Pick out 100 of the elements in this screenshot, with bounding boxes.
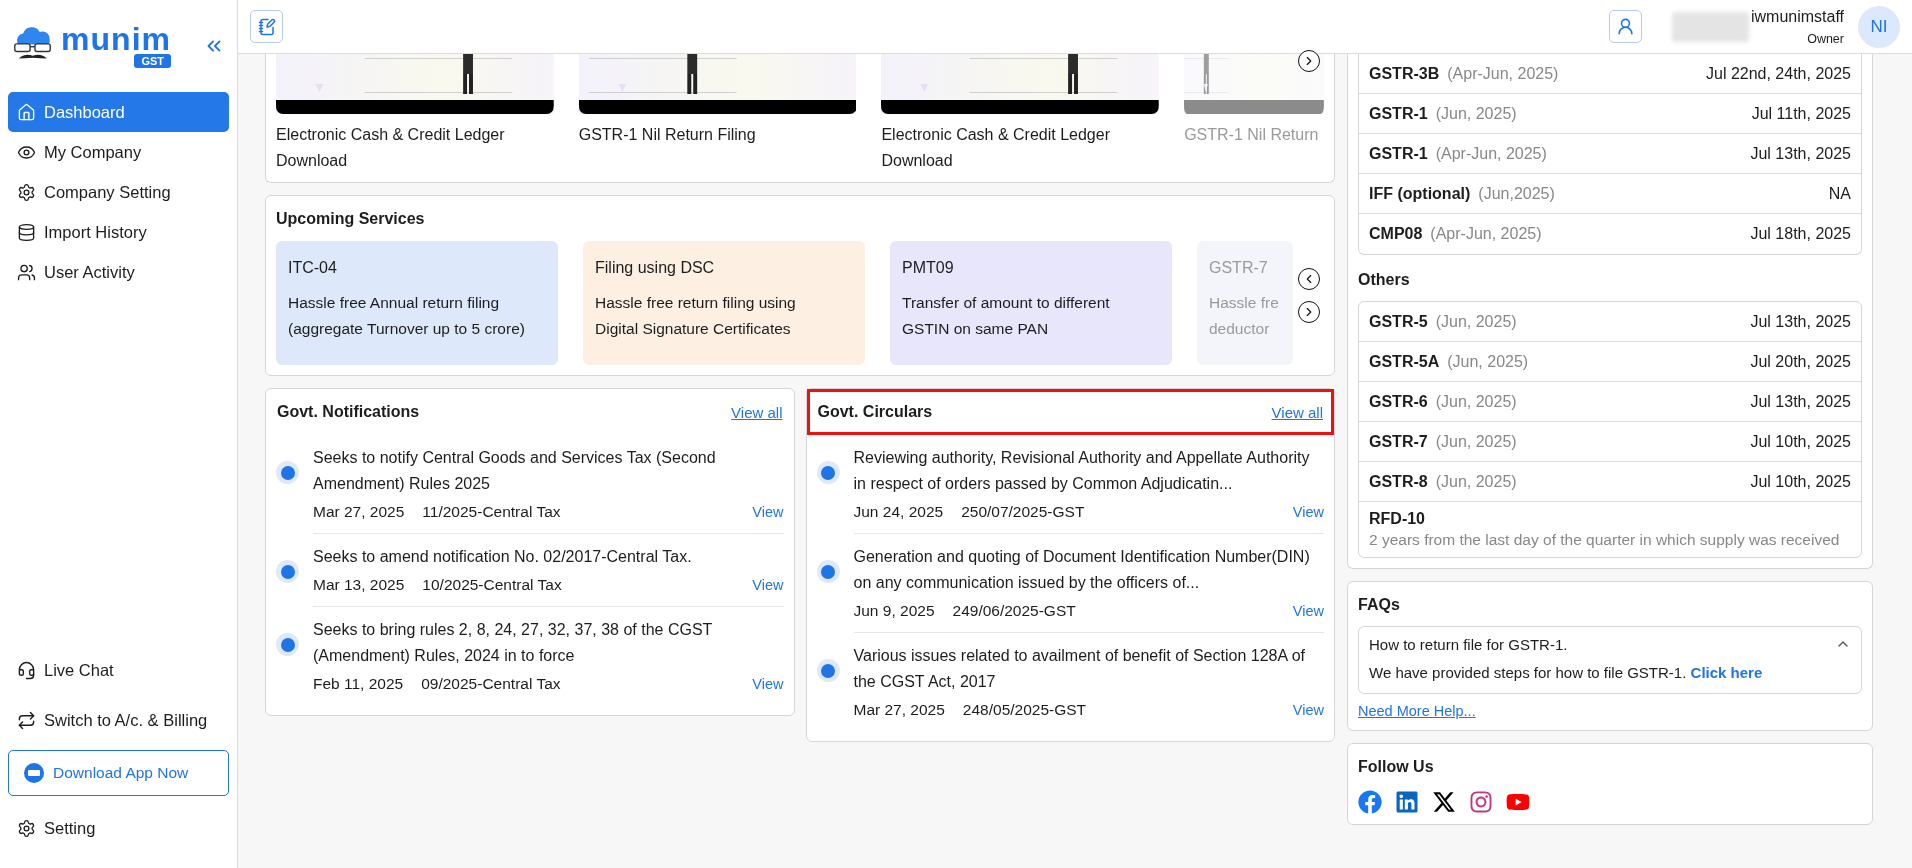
view-link[interactable]: View: [752, 504, 784, 520]
bullet-icon: [816, 461, 840, 484]
form-period: (Jun, 2025): [1447, 352, 1529, 371]
due-date: Jul 10th, 2025: [1750, 472, 1851, 491]
view-link[interactable]: View: [1292, 603, 1324, 619]
news-title: Seeks to notify Central Goods and Services Tax (Second Amendment) Rules 2025: [313, 448, 717, 494]
logo-text: munim: [61, 24, 171, 54]
nav-item[interactable]: Dashboard: [8, 92, 229, 132]
form-name: RFD-10: [1369, 510, 1425, 527]
headset-icon: [17, 660, 36, 680]
due-date: Jul 22nd, 24th, 2025: [1706, 64, 1851, 83]
news-date: Jun 9, 2025: [853, 602, 935, 620]
facebook-icon[interactable]: [1358, 790, 1382, 814]
view-all-link[interactable]: View all: [1271, 403, 1323, 421]
card-title: Upcoming Services: [276, 210, 426, 228]
card-title: Govt. Notifications: [277, 403, 420, 421]
bullet-icon: [276, 560, 299, 583]
avatar[interactable]: NI: [1858, 5, 1900, 48]
view-link[interactable]: View: [1292, 702, 1324, 718]
click-here-link[interactable]: Click here: [1690, 664, 1763, 681]
form-period: (Jun, 2025): [1435, 432, 1517, 451]
app-badge-icon: [23, 762, 45, 784]
news-date: Jun 24, 2025: [853, 503, 944, 521]
due-date: Jul 13th, 2025: [1750, 144, 1851, 163]
form-period: (Jun, 2025): [1435, 104, 1517, 123]
service-title: PMT09: [902, 259, 955, 277]
settings-icon: [17, 182, 36, 202]
form-name: GSTR-1: [1369, 104, 1428, 123]
card-title: FAQs: [1358, 596, 1401, 614]
news-date: Mar 13, 2025: [313, 576, 405, 594]
support-icon[interactable]: [1608, 10, 1642, 43]
service-description: Hassle free return filing using Digital Signature Certificates: [595, 293, 797, 339]
form-period: (Jun, 2025): [1435, 472, 1517, 491]
news-number: 10/2025-Central Tax: [422, 576, 562, 594]
video-title: Electronic Cash & Credit Ledger Download: [276, 125, 506, 171]
linkedin-icon[interactable]: [1395, 790, 1419, 814]
service-description: Transfer of amount to different GSTIN on same PAN: [902, 293, 1111, 339]
due-date: Jul 11th, 2025: [1751, 104, 1851, 123]
form-name: GSTR-8: [1369, 472, 1428, 491]
video-title: Electronic Cash & Credit Ledger Download: [881, 125, 1111, 171]
news-title: Reviewing authority, Revisional Authority and Appellate Authority in respect of orders passed by Common Adjudicatin...: [853, 448, 1311, 494]
setting-item[interactable]: Setting: [8, 808, 229, 848]
x-icon[interactable]: [1432, 790, 1456, 814]
nav-item[interactable]: Switch to A/c. & Billing: [8, 700, 229, 740]
due-date: Jul 10th, 2025: [1750, 432, 1851, 451]
news-date: Mar 27, 2025: [853, 701, 945, 719]
card-title: Govt. Circulars: [817, 403, 933, 421]
form-period: (Jun, 2025): [1435, 312, 1517, 331]
nav-item[interactable]: User Activity: [8, 252, 229, 292]
service-tile[interactable]: GSTR-7 Hassle fre deductor: [1197, 241, 1293, 365]
service-title: GSTR-7: [1209, 259, 1269, 277]
video-item[interactable]: GSTR-1 Nil Return: [1184, 54, 1324, 174]
view-all-link[interactable]: View all: [731, 403, 783, 421]
service-tile[interactable]: ITC-04 Hassle free Annual return filing (aggregate Turnover up to 5 crore): [276, 241, 558, 365]
nav-item[interactable]: Import History: [8, 212, 229, 252]
logo-badge: GST: [134, 54, 171, 68]
form-period: (Apr-Jun, 2025): [1430, 225, 1542, 243]
users-icon: [17, 262, 36, 282]
nav-item[interactable]: My Company: [8, 132, 229, 172]
service-title: Filing using DSC: [595, 259, 716, 277]
due-date: NA: [1828, 184, 1851, 203]
service-description: Hassle free Annual return filing (aggregate Turnover up to 5 crore): [288, 293, 526, 339]
news-number: 248/05/2025-GST: [962, 701, 1087, 719]
service-tile[interactable]: Filing using DSC Hassle free return filing using Digital Signature Certificates: [583, 241, 865, 365]
download-app-button[interactable]: Download App Now: [8, 750, 229, 796]
bullet-icon: [816, 659, 840, 682]
video-item[interactable]: Electronic Cash & Credit Ledger Download: [276, 54, 554, 174]
form-period: (Jun,2025): [1478, 184, 1555, 203]
news-title: Various issues related to availment of benefit of Section 128A of the CGST Act, 2017: [853, 646, 1307, 692]
form-name: GSTR-3B: [1369, 64, 1440, 83]
view-link[interactable]: View: [752, 577, 784, 593]
news-date: Feb 11, 2025: [313, 675, 404, 693]
news-date: Mar 27, 2025: [313, 503, 405, 521]
help-link[interactable]: Need More Help...: [1358, 703, 1476, 719]
view-link[interactable]: View: [1292, 504, 1324, 520]
news-number: 11/2025-Central Tax: [422, 503, 561, 521]
view-link[interactable]: View: [752, 676, 784, 692]
due-date: Jul 13th, 2025: [1750, 392, 1851, 411]
video-item[interactable]: Electronic Cash & Credit Ledger Download: [881, 54, 1160, 174]
form-period: (Apr-Jun, 2025): [1435, 144, 1547, 163]
service-title: ITC-04: [288, 259, 338, 277]
user-role: Owner: [1807, 31, 1844, 46]
service-tile[interactable]: PMT09 Transfer of amount to different GSTIN on same PAN: [890, 241, 1172, 365]
news-number: 250/07/2025-GST: [961, 503, 1085, 521]
video-title: GSTR-1 Nil Return: [1184, 125, 1320, 145]
instagram-icon[interactable]: [1469, 790, 1493, 814]
nav-item[interactable]: Company Setting: [8, 172, 229, 212]
notes-icon[interactable]: [250, 10, 283, 43]
settings-icon: [17, 818, 36, 838]
form-name: GSTR-6: [1369, 392, 1428, 411]
service-description: Hassle fre deductor: [1209, 293, 1280, 339]
bullet-icon: [816, 560, 840, 583]
bullet-icon: [276, 633, 299, 656]
faq-question[interactable]: How to return file for GSTR-1.: [1369, 627, 1851, 661]
video-item[interactable]: GSTR-1 Nil Return Filing: [578, 54, 857, 174]
section-title: Others: [1358, 271, 1411, 289]
nav-item[interactable]: Live Chat: [8, 650, 229, 690]
news-title: Generation and quoting of Document Identification Number(DIN) on any communication issued by the officers of...: [853, 547, 1311, 593]
news-number: 09/2025-Central Tax: [421, 675, 561, 693]
due-date: Jul 20th, 2025: [1750, 352, 1851, 371]
